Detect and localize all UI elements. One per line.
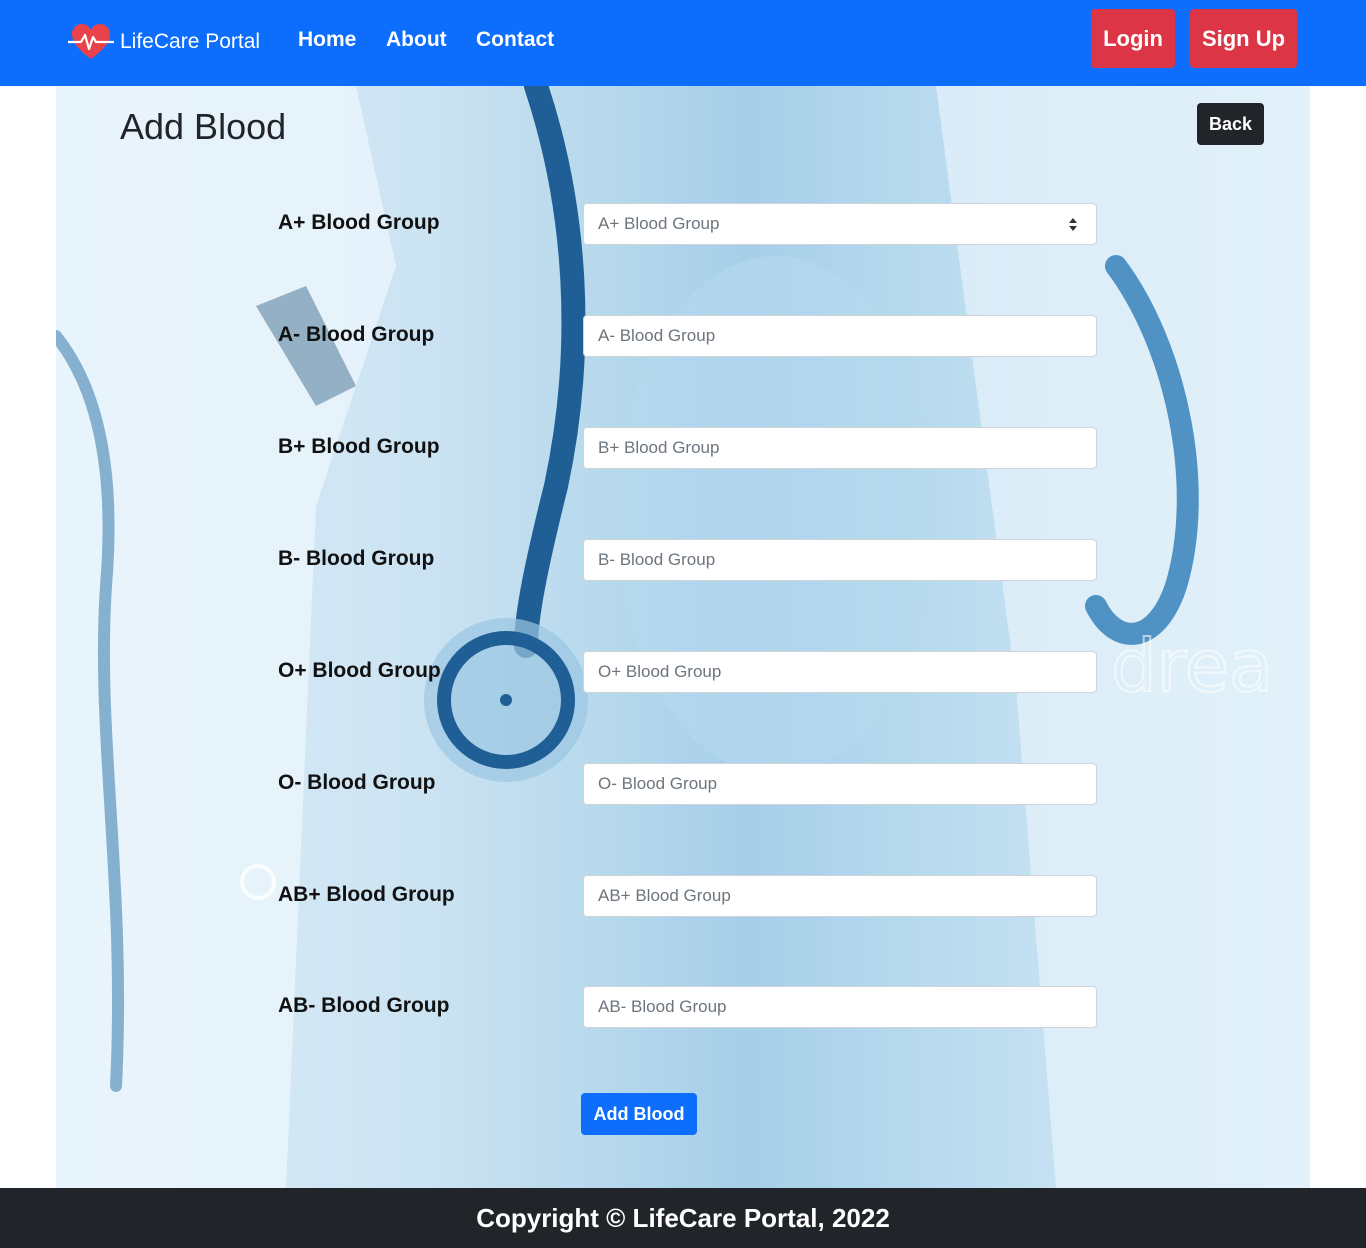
back-button[interactable]: Back: [1197, 103, 1264, 145]
ab-plus-label: AB+ Blood Group: [278, 883, 455, 906]
a-plus-input[interactable]: [583, 203, 1097, 245]
b-minus-label: B- Blood Group: [278, 547, 435, 570]
navbar: LifeCare Portal Home About Contact Login…: [0, 0, 1366, 86]
brand-link[interactable]: LifeCare Portal: [68, 22, 260, 62]
b-plus-label: B+ Blood Group: [278, 435, 440, 458]
signup-button[interactable]: Sign Up: [1190, 9, 1297, 68]
footer: Copyright © LifeCare Portal, 2022: [0, 1188, 1366, 1248]
o-minus-label: O- Blood Group: [278, 771, 436, 794]
ab-minus-label: AB- Blood Group: [278, 994, 450, 1017]
b-minus-input[interactable]: [583, 539, 1097, 581]
brand-label: LifeCare Portal: [120, 30, 261, 53]
add-blood-button[interactable]: Add Blood: [581, 1093, 697, 1135]
svg-text:drea: drea: [1111, 624, 1273, 708]
number-stepper[interactable]: [1065, 212, 1081, 236]
a-minus-input[interactable]: [583, 315, 1097, 357]
o-plus-label: O+ Blood Group: [278, 659, 441, 682]
chevron-down-icon[interactable]: [1069, 225, 1077, 231]
b-plus-input[interactable]: [583, 427, 1097, 469]
login-button[interactable]: Login: [1091, 9, 1175, 68]
page-title: Add Blood: [120, 106, 287, 147]
nav-about-link[interactable]: About: [386, 26, 447, 54]
chevron-up-icon[interactable]: [1069, 217, 1077, 223]
copyright-text: Copyright © LifeCare Portal, 2022: [476, 1202, 890, 1233]
nav-contact-link[interactable]: Contact: [476, 26, 554, 54]
ab-minus-input[interactable]: [583, 986, 1097, 1028]
ab-plus-input[interactable]: [583, 875, 1097, 917]
o-plus-input[interactable]: [583, 651, 1097, 693]
nav-home-link[interactable]: Home: [298, 26, 356, 54]
a-minus-label: A- Blood Group: [278, 323, 435, 346]
main-content: drea Add Blood Back A+ Blood Group A- Bl…: [56, 86, 1310, 1188]
a-plus-label: A+ Blood Group: [278, 211, 440, 234]
o-minus-input[interactable]: [583, 763, 1097, 805]
heart-pulse-icon: [68, 22, 114, 62]
